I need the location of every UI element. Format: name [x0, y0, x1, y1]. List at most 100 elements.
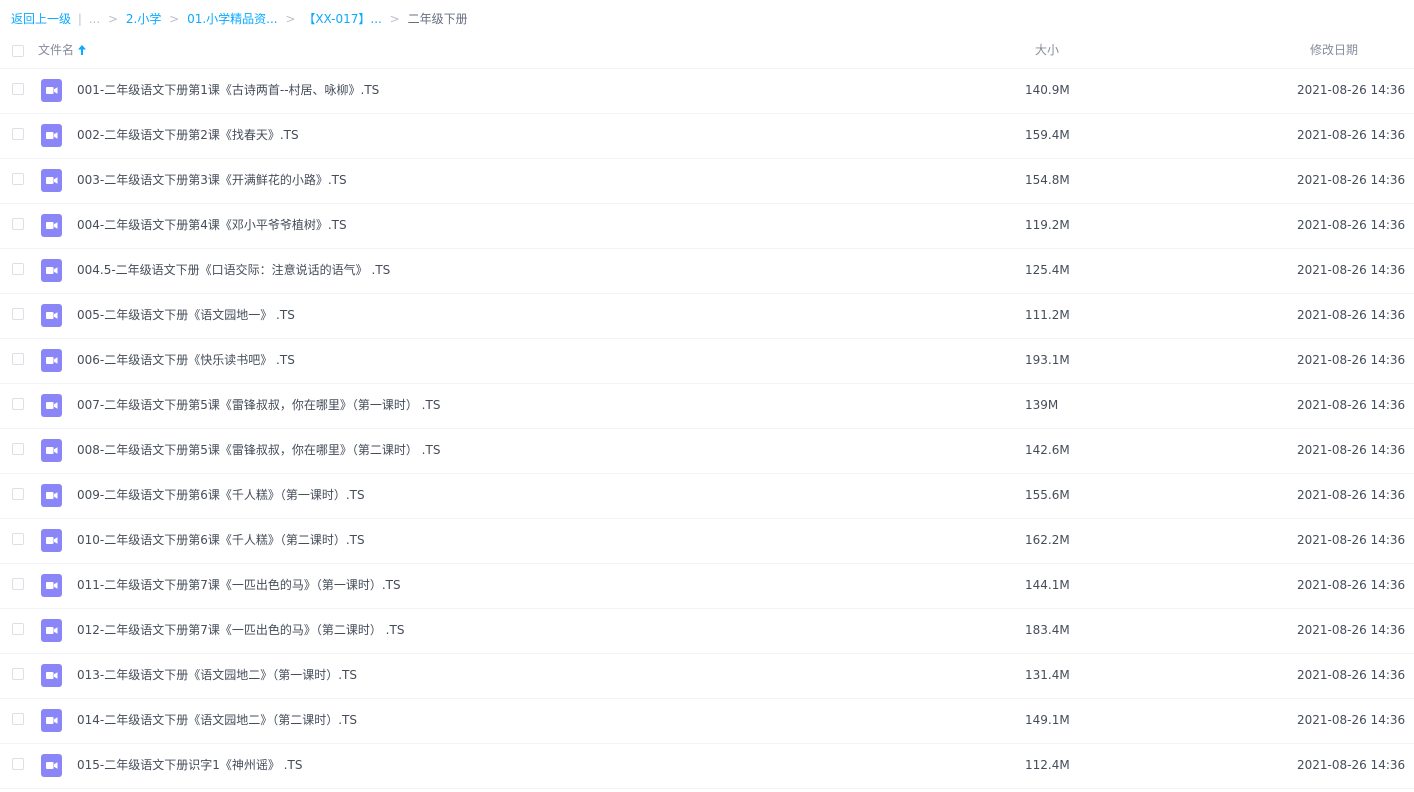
file-name[interactable]: 013-二年级语文下册《语文园地二》（第一课时）.TS [77, 667, 357, 684]
row-checkbox[interactable] [12, 128, 24, 140]
file-date: 2021-08-26 14:36 [1297, 578, 1406, 592]
video-file-icon[interactable] [41, 709, 62, 732]
select-all-checkbox[interactable] [12, 45, 24, 57]
file-name[interactable]: 011-二年级语文下册第7课《一匹出色的马》（第一课时）.TS [77, 577, 401, 594]
file-date: 2021-08-26 14:36 [1297, 398, 1406, 412]
row-checkbox[interactable] [12, 263, 24, 275]
column-header-name-label: 文件名 [38, 43, 75, 57]
file-name[interactable]: 010-二年级语文下册第6课《千人糕》（第二课时）.TS [77, 532, 365, 549]
file-date: 2021-08-26 14:36 [1297, 128, 1406, 142]
file-row[interactable]: 004-二年级语文下册第4课《邓小平爷爷植树》.TS 119.2M 2021-08-… [0, 204, 1414, 249]
file-date: 2021-08-26 14:36 [1297, 173, 1406, 187]
column-header-name[interactable]: 文件名 [38, 42, 87, 59]
video-file-icon[interactable] [41, 574, 62, 597]
breadcrumb-separator: > [389, 12, 400, 26]
file-date: 2021-08-26 14:36 [1297, 623, 1406, 637]
video-file-icon[interactable] [41, 214, 62, 237]
file-size: 125.4M [1025, 263, 1070, 277]
file-name[interactable]: 003-二年级语文下册第3课《开满鲜花的小路》.TS [77, 172, 347, 189]
file-name[interactable]: 006-二年级语文下册《快乐读书吧》 .TS [77, 352, 295, 369]
file-browser: 返回上一级 | ... > 2.小学 > 01.小学精品资... > 【XX-0… [0, 0, 1414, 792]
file-row[interactable]: 012-二年级语文下册第7课《一匹出色的马》（第二课时） .TS 183.4M 20… [0, 609, 1414, 654]
file-row[interactable]: 003-二年级语文下册第3课《开满鲜花的小路》.TS 154.8M 2021-08-… [0, 159, 1414, 204]
breadcrumb-item[interactable]: 2.小学 [126, 12, 161, 26]
video-file-icon[interactable] [41, 754, 62, 777]
row-checkbox[interactable] [12, 758, 24, 770]
file-name[interactable]: 009-二年级语文下册第6课《千人糕》（第一课时）.TS [77, 487, 365, 504]
file-date: 2021-08-26 14:36 [1297, 668, 1406, 682]
file-row[interactable]: 014-二年级语文下册《语文园地二》（第二课时）.TS 149.1M 2021-08… [0, 699, 1414, 744]
file-row[interactable]: 010-二年级语文下册第6课《千人糕》（第二课时）.TS 162.2M 2021-0… [0, 519, 1414, 564]
video-file-icon[interactable] [41, 484, 62, 507]
row-checkbox[interactable] [12, 308, 24, 320]
file-name[interactable]: 002-二年级语文下册第2课《找春天》.TS [77, 127, 299, 144]
file-row[interactable]: 011-二年级语文下册第7课《一匹出色的马》（第一课时）.TS 144.1M 202… [0, 564, 1414, 609]
video-file-icon[interactable] [41, 124, 62, 147]
video-file-icon[interactable] [41, 79, 62, 102]
column-header-size[interactable]: 大小 [1035, 42, 1059, 58]
file-size: 139M [1025, 398, 1059, 412]
file-date: 2021-08-26 14:36 [1297, 488, 1406, 502]
breadcrumb-item[interactable]: 【XX-017】... [303, 12, 382, 26]
file-date: 2021-08-26 14:36 [1297, 263, 1406, 277]
breadcrumb-current: 二年级下册 [407, 12, 468, 26]
video-file-icon[interactable] [41, 394, 62, 417]
row-checkbox[interactable] [12, 713, 24, 725]
file-row[interactable]: 005-二年级语文下册《语文园地一》 .TS 111.2M 2021-08-26 1… [0, 294, 1414, 339]
row-checkbox[interactable] [12, 533, 24, 545]
row-checkbox[interactable] [12, 83, 24, 95]
file-name[interactable]: 012-二年级语文下册第7课《一匹出色的马》（第二课时） .TS [77, 622, 404, 639]
file-size: 149.1M [1025, 713, 1070, 727]
file-row[interactable]: 013-二年级语文下册《语文园地二》（第一课时）.TS 131.4M 2021-08… [0, 654, 1414, 699]
list-header: 文件名 大小 修改日期 [0, 33, 1414, 69]
video-file-icon[interactable] [41, 169, 62, 192]
file-row[interactable]: 001-二年级语文下册第1课《古诗两首--村居、咏柳》.TS 140.9M 2021… [0, 69, 1414, 114]
file-name[interactable]: 005-二年级语文下册《语文园地一》 .TS [77, 307, 295, 324]
row-checkbox[interactable] [12, 623, 24, 635]
video-file-icon[interactable] [41, 529, 62, 552]
file-size: 154.8M [1025, 173, 1070, 187]
breadcrumb-item[interactable]: 01.小学精品资... [187, 12, 278, 26]
file-name[interactable]: 004-二年级语文下册第4课《邓小平爷爷植树》.TS [77, 217, 347, 234]
row-checkbox[interactable] [12, 398, 24, 410]
file-size: 193.1M [1025, 353, 1070, 367]
video-file-icon[interactable] [41, 619, 62, 642]
arrow-up-icon[interactable] [78, 43, 87, 59]
breadcrumb-ellipsis[interactable]: ... [89, 12, 100, 26]
file-date: 2021-08-26 14:36 [1297, 83, 1406, 97]
video-file-icon[interactable] [41, 349, 62, 372]
breadcrumb-separator: > [285, 12, 296, 26]
video-file-icon[interactable] [41, 304, 62, 327]
column-header-date[interactable]: 修改日期 [1310, 42, 1358, 58]
file-name[interactable]: 014-二年级语文下册《语文园地二》（第二课时）.TS [77, 712, 357, 729]
file-row[interactable]: 006-二年级语文下册《快乐读书吧》 .TS 193.1M 2021-08-26 1… [0, 339, 1414, 384]
file-row[interactable]: 007-二年级语文下册第5课《雷锋叔叔，你在哪里》（第一课时） .TS 139M 2… [0, 384, 1414, 429]
row-checkbox[interactable] [12, 218, 24, 230]
file-name[interactable]: 007-二年级语文下册第5课《雷锋叔叔，你在哪里》（第一课时） .TS [77, 397, 440, 414]
file-size: 119.2M [1025, 218, 1070, 232]
file-name[interactable]: 004.5-二年级语文下册《口语交际：注意说话的语气》 .TS [77, 262, 390, 279]
file-size: 140.9M [1025, 83, 1070, 97]
row-checkbox[interactable] [12, 353, 24, 365]
file-name[interactable]: 015-二年级语文下册识字1《神州谣》 .TS [77, 757, 302, 774]
file-size: 131.4M [1025, 668, 1070, 682]
file-name[interactable]: 008-二年级语文下册第5课《雷锋叔叔，你在哪里》（第二课时） .TS [77, 442, 440, 459]
row-checkbox[interactable] [12, 173, 24, 185]
file-name[interactable]: 001-二年级语文下册第1课《古诗两首--村居、咏柳》.TS [77, 82, 379, 99]
row-checkbox[interactable] [12, 488, 24, 500]
file-row[interactable]: 009-二年级语文下册第6课《千人糕》（第一课时）.TS 155.6M 2021-0… [0, 474, 1414, 519]
file-row[interactable]: 015-二年级语文下册识字1《神州谣》 .TS 112.4M 2021-08-26 … [0, 744, 1414, 789]
row-checkbox[interactable] [12, 578, 24, 590]
file-row[interactable]: 002-二年级语文下册第2课《找春天》.TS 159.4M 2021-08-26 1… [0, 114, 1414, 159]
row-checkbox[interactable] [12, 668, 24, 680]
row-checkbox[interactable] [12, 443, 24, 455]
back-link[interactable]: 返回上一级 [11, 12, 71, 26]
video-file-icon[interactable] [41, 259, 62, 282]
video-file-icon[interactable] [41, 664, 62, 687]
breadcrumb-separator: > [108, 12, 119, 26]
breadcrumb-separator: > [169, 12, 180, 26]
file-size: 159.4M [1025, 128, 1070, 142]
file-row[interactable]: 004.5-二年级语文下册《口语交际：注意说话的语气》 .TS 125.4M 202… [0, 249, 1414, 294]
video-file-icon[interactable] [41, 439, 62, 462]
file-row[interactable]: 008-二年级语文下册第5课《雷锋叔叔，你在哪里》（第二课时） .TS 142.6… [0, 429, 1414, 474]
